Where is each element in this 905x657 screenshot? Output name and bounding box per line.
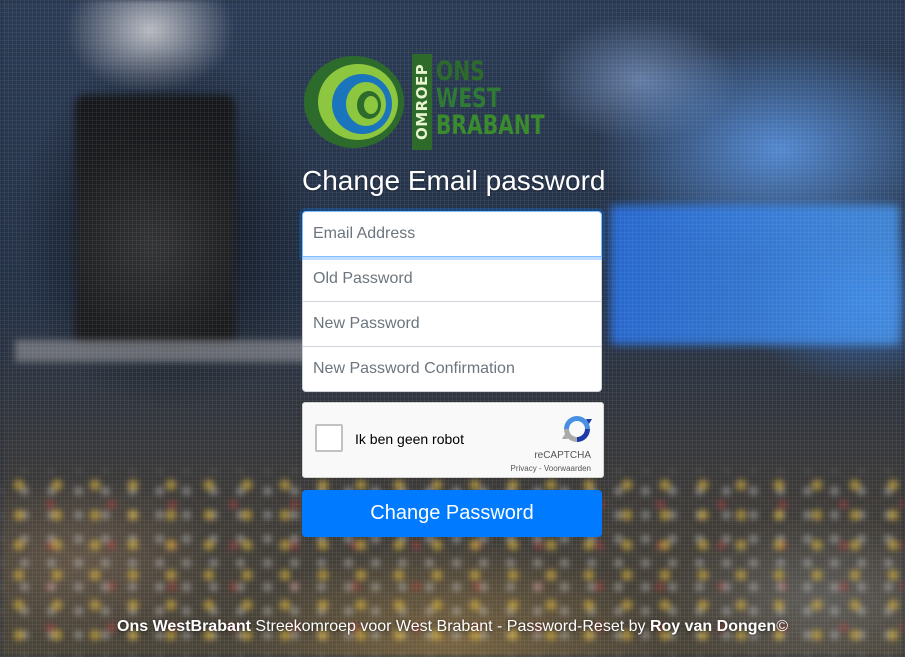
logo-omroep-text: OMROEP <box>412 54 432 150</box>
page-footer: Ons WestBrabant Streekomroep voor West B… <box>0 618 905 636</box>
new-password-confirmation-field[interactable] <box>302 346 602 392</box>
footer-copyright: © <box>776 618 788 635</box>
logo-line-brabant: BRABANT <box>436 110 545 141</box>
footer-text: Streekomroep voor West Brabant - Passwor… <box>250 618 650 635</box>
recaptcha-link-separator: - <box>536 464 544 473</box>
page-title: Change Email password <box>302 165 606 196</box>
recaptcha-logo-icon <box>562 416 592 442</box>
new-password-field[interactable] <box>302 301 602 347</box>
recaptcha-brand: reCAPTCHA <box>534 450 591 461</box>
recaptcha-checkbox[interactable] <box>315 424 343 452</box>
email-field[interactable] <box>302 211 602 257</box>
password-form <box>302 211 602 392</box>
change-password-button[interactable]: Change Password <box>302 490 602 537</box>
recaptcha-label: Ik ben geen robot <box>355 431 464 447</box>
logo-line-ons: ONS <box>436 56 485 87</box>
recaptcha-links: Privacy - Voorwaarden <box>511 464 592 473</box>
old-password-field[interactable] <box>302 256 602 302</box>
recaptcha-privacy-link[interactable]: Privacy <box>511 464 537 473</box>
login-panel: OMROEP ONS WEST BRABANT Change Email pas… <box>302 50 606 537</box>
omroep-logo: OMROEP ONS WEST BRABANT <box>302 50 562 154</box>
footer-author: Roy van Dongen <box>649 618 777 635</box>
logo-swirl-icon <box>304 56 404 148</box>
footer-brand: Ons WestBrabant <box>117 618 251 635</box>
logo-wordmark: ONS WEST BRABANT <box>436 58 581 139</box>
recaptcha-widget: Ik ben geen robot reCAPTCHA Privacy - Vo… <box>302 402 604 478</box>
recaptcha-terms-link[interactable]: Voorwaarden <box>544 464 591 473</box>
logo-line-west: WEST <box>436 83 501 114</box>
